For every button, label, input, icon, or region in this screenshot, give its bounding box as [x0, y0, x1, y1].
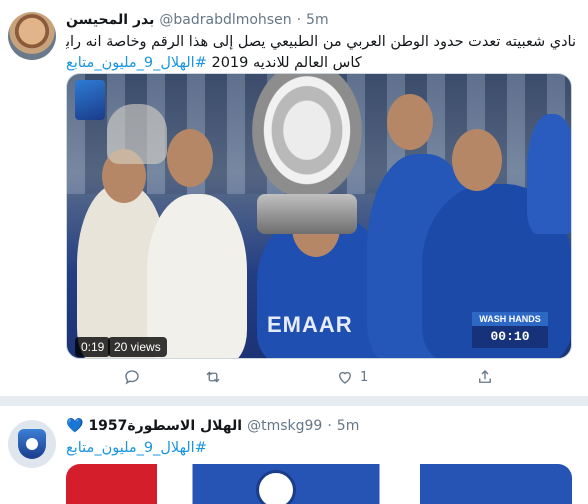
- tweet-2[interactable]: 💙 الهلال الاسطورة1957 @tmskg99 · 5m #اله…: [0, 406, 588, 504]
- person-figure: [107, 104, 167, 164]
- person-figure: [147, 194, 247, 358]
- like-icon: [339, 371, 351, 384]
- trophy: [252, 74, 362, 199]
- tweet-text: نادي شعبيته تعدت حدود الوطن العربي من ال…: [66, 32, 576, 74]
- retweet-icon: [206, 371, 220, 383]
- tweet-actions: 1: [66, 368, 506, 394]
- blue-heart-icon: 💙: [66, 418, 84, 434]
- trophy-base: [257, 194, 357, 234]
- player-figure: [527, 114, 571, 234]
- separator-dot: ·: [296, 12, 302, 28]
- tweet-image[interactable]: [66, 464, 572, 504]
- tweet-text-plain: كاس العالم للانديه 2019: [206, 55, 362, 71]
- display-name[interactable]: بدر المحيسن: [66, 12, 154, 28]
- avatar[interactable]: [8, 12, 56, 60]
- player-head: [452, 129, 502, 191]
- tweet-text-line-1: نادي شعبيته تعدت حدود الوطن العربي من ال…: [66, 34, 576, 50]
- tweet-text-line-2: كاس العالم للانديه 2019 #الهلال_9_مليون_…: [66, 53, 576, 74]
- share-button[interactable]: [476, 368, 494, 386]
- wash-hands-overlay: WASH HANDS 00:10: [472, 312, 548, 350]
- player-head: [387, 94, 433, 150]
- hashtag-link[interactable]: #الهلال_9_مليون_متابع: [66, 55, 207, 71]
- user-handle[interactable]: @tmskg99: [247, 418, 322, 434]
- user-handle[interactable]: @badrabdlmohsen: [159, 12, 291, 28]
- tweet-divider: [0, 396, 588, 406]
- share-icon: [479, 370, 491, 383]
- tournament-logo: [75, 80, 105, 120]
- jersey-sponsor: EMAAR: [267, 312, 353, 337]
- reply-icon: [125, 370, 139, 385]
- tweet-time[interactable]: 5m: [337, 418, 360, 434]
- video-player[interactable]: EMAAR WASH HANDS 00:10 0:19 20 views: [66, 73, 572, 359]
- retweet-button[interactable]: [204, 368, 222, 386]
- club-crest-icon: [256, 470, 296, 504]
- reply-button[interactable]: [123, 368, 141, 386]
- video-views: 20 views: [108, 337, 167, 357]
- ball-icon: [26, 438, 38, 450]
- wash-hands-label: WASH HANDS: [472, 312, 548, 326]
- tweet-1[interactable]: بدر المحيسن @badrabdlmohsen · 5m نادي شع…: [0, 0, 588, 395]
- video-duration: 0:19: [75, 337, 111, 357]
- separator-dot: ·: [327, 418, 332, 434]
- tweet-header: 💙 الهلال الاسطورة1957 @tmskg99 · 5m: [66, 416, 359, 436]
- tweet-text: #الهلال_9_مليون_متابع: [66, 438, 207, 459]
- person-head: [167, 129, 213, 187]
- like-button[interactable]: 1: [336, 368, 368, 386]
- display-name[interactable]: الهلال الاسطورة1957: [88, 418, 242, 434]
- wash-hands-clock: 00:10: [472, 326, 548, 348]
- avatar[interactable]: [8, 420, 56, 468]
- tweet-header: بدر المحيسن @badrabdlmohsen · 5m: [66, 10, 329, 30]
- hashtag-link[interactable]: #الهلال_9_مليون_متابع: [66, 440, 207, 456]
- tweet-time[interactable]: 5m: [306, 12, 329, 28]
- like-count: 1: [360, 369, 369, 385]
